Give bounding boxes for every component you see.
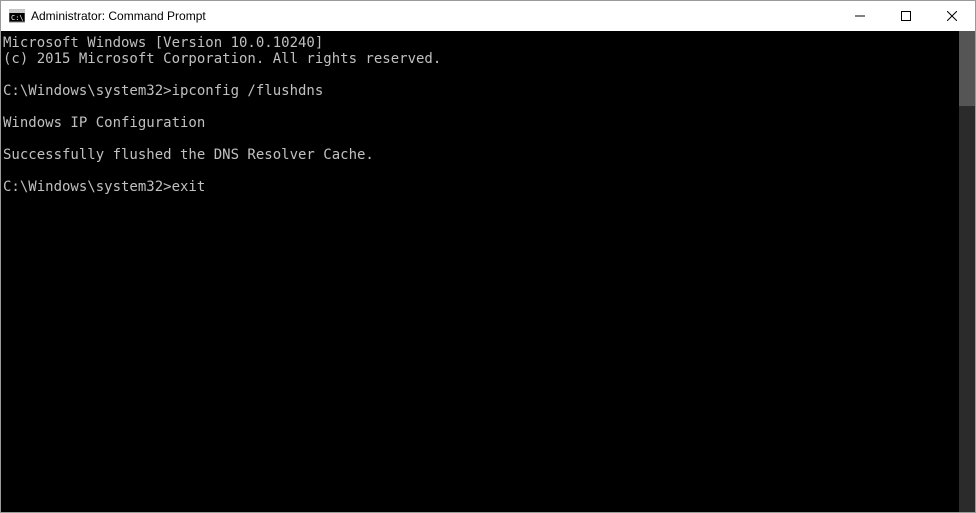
window-titlebar: C:\ Administrator: Command Prompt [1,1,975,31]
scrollbar-thumb[interactable] [959,31,975,106]
maximize-button[interactable] [883,1,929,31]
terminal-output: Microsoft Windows [Version 10.0.10240] (… [1,31,975,195]
window-controls [837,1,975,31]
svg-text:C:\: C:\ [11,14,24,22]
scrollbar-track[interactable] [959,31,975,512]
minimize-button[interactable] [837,1,883,31]
terminal-area[interactable]: Microsoft Windows [Version 10.0.10240] (… [1,31,975,512]
close-button[interactable] [929,1,975,31]
app-icon: C:\ [9,8,25,24]
window-title: Administrator: Command Prompt [31,9,206,23]
